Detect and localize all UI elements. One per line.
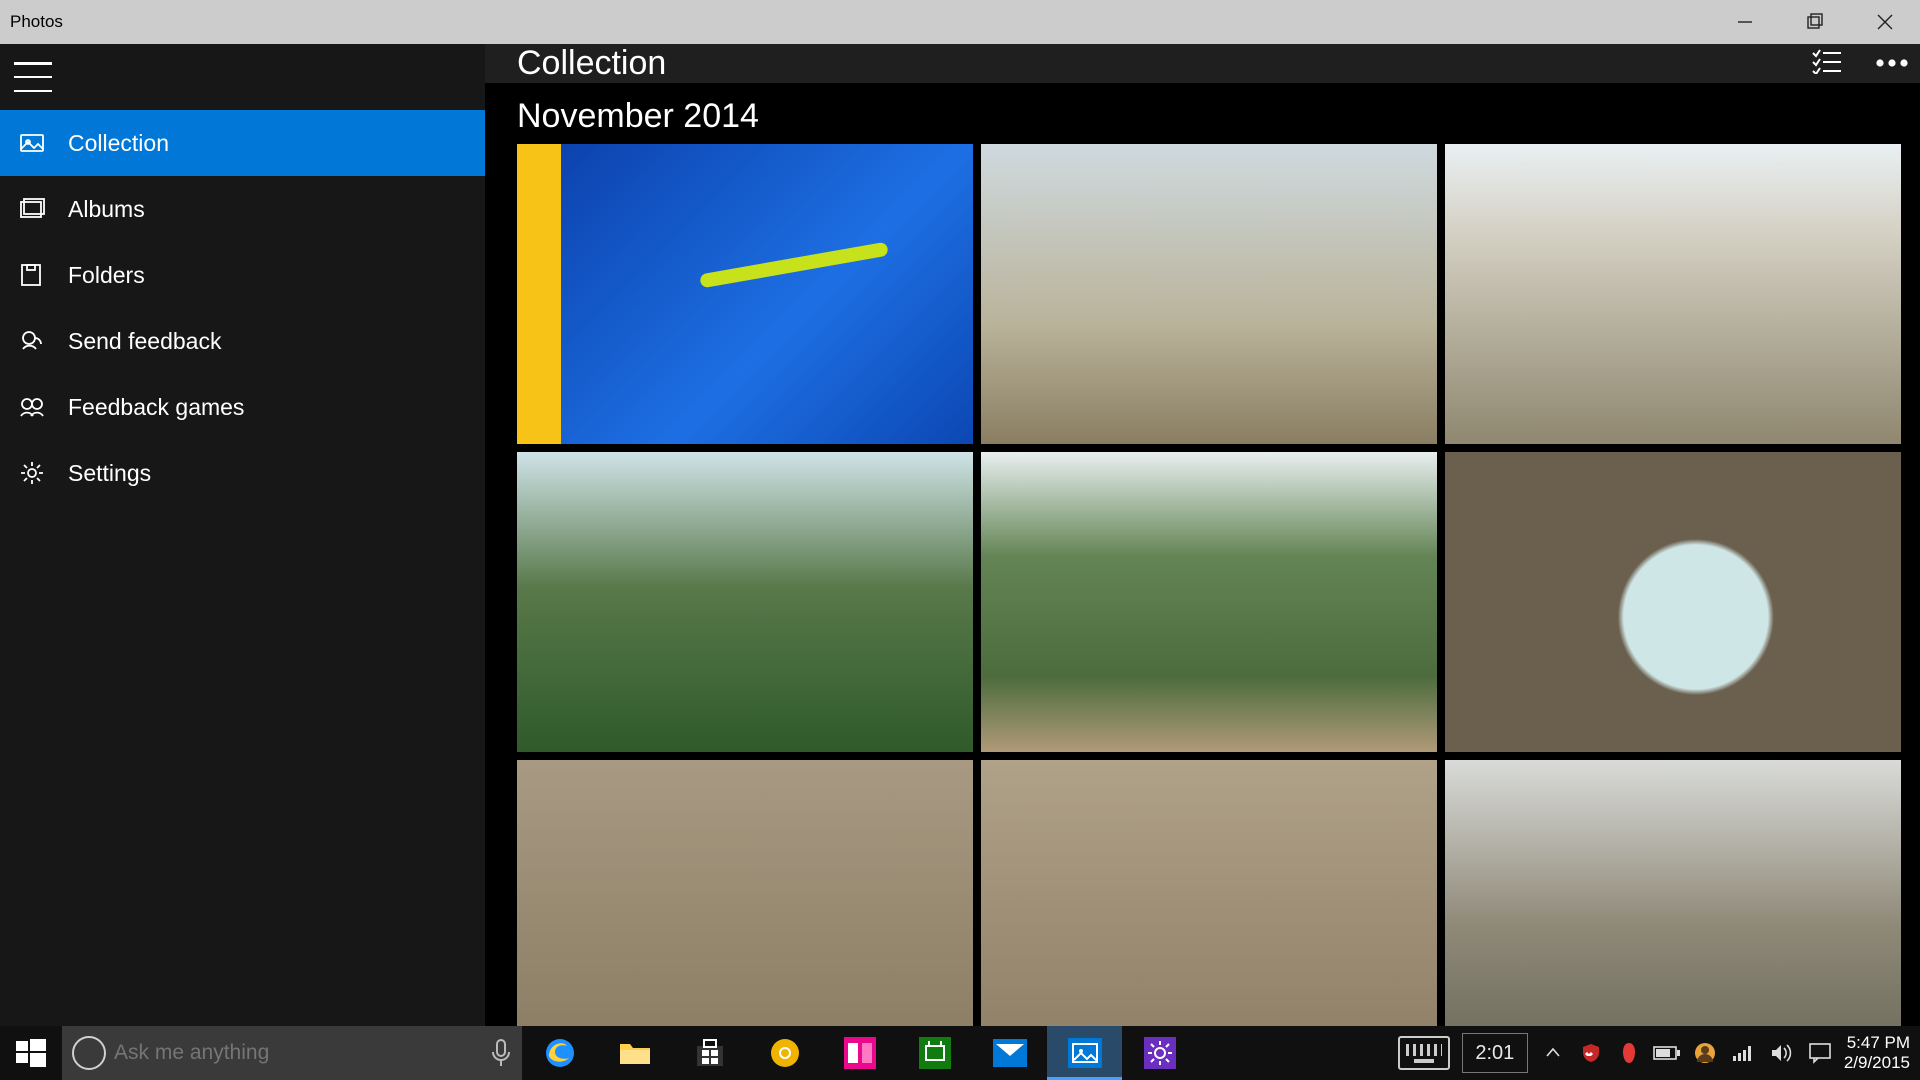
close-button[interactable] [1850,0,1920,44]
xbox-icon [918,1036,952,1070]
on-screen-keyboard-icon[interactable] [1398,1036,1450,1070]
photo-thumbnail[interactable] [517,760,973,1060]
taskbar-app-pink[interactable] [822,1026,897,1080]
sidebar-item-label: Feedback games [68,394,244,421]
chrome-canary-icon [768,1036,802,1070]
sidebar-item-label: Send feedback [68,328,221,355]
volume-icon[interactable] [1762,1026,1800,1080]
search-input[interactable] [114,1041,482,1065]
settings-app-icon [1143,1036,1177,1070]
photo-grid [485,144,1920,1060]
photo-thumbnail[interactable] [981,760,1437,1060]
start-button[interactable] [0,1026,62,1080]
photo-thumbnail[interactable] [517,452,973,752]
sidebar-item-label: Settings [68,460,151,487]
photo-thumbnail[interactable] [981,452,1437,752]
sidebar-item-send-feedback[interactable]: Send feedback [0,308,485,374]
select-mode-icon[interactable] [1811,48,1841,79]
sidebar-item-label: Folders [68,262,145,289]
sidebar-item-collection[interactable]: Collection [0,110,485,176]
maximize-button[interactable] [1780,0,1850,44]
mail-icon [993,1036,1027,1070]
photo-thumbnail[interactable] [1445,760,1901,1060]
main-pane: Collection November 2014 [485,44,1920,1026]
photo-thumbnail[interactable] [517,144,973,444]
tray-timer[interactable]: 2:01 [1462,1033,1528,1073]
app-body: Collection Albums Folders Send feedback … [0,44,1920,1026]
sidebar-item-settings[interactable]: Settings [0,440,485,506]
cortana-icon [72,1036,106,1070]
collection-icon [18,129,46,157]
window-titlebar: Photos [0,0,1920,44]
albums-icon [18,195,46,223]
minimize-button[interactable] [1710,0,1780,44]
taskbar: 2:01 5:47 PM 2/9/2015 [0,1026,1920,1080]
hamburger-button[interactable] [14,62,52,92]
page-title: Collection [517,44,666,83]
sidebar-item-feedback-games[interactable]: Feedback games [0,374,485,440]
window-controls [1710,0,1920,44]
cortana-search[interactable] [62,1026,522,1080]
action-center-icon[interactable] [1800,1026,1840,1080]
file-explorer-icon [618,1036,652,1070]
system-tray: 2:01 5:47 PM 2/9/2015 [1392,1026,1920,1080]
photos-icon [1068,1036,1102,1070]
edge-icon [543,1036,577,1070]
taskbar-app-settings[interactable] [1122,1026,1197,1080]
window-title: Photos [10,12,63,32]
taskbar-app-edge[interactable] [522,1026,597,1080]
folders-icon [18,261,46,289]
group-title[interactable]: November 2014 [485,83,1920,144]
taskbar-clock[interactable]: 5:47 PM 2/9/2015 [1840,1033,1920,1072]
store-icon [693,1036,727,1070]
taskbar-app-xbox[interactable] [897,1026,972,1080]
feedback-games-icon [18,393,46,421]
photo-thumbnail[interactable] [1445,452,1901,752]
sidebar-item-folders[interactable]: Folders [0,242,485,308]
hamburger-row [0,44,485,110]
photo-thumbnail[interactable] [981,144,1437,444]
sidebar-item-albums[interactable]: Albums [0,176,485,242]
clock-date: 2/9/2015 [1844,1053,1910,1073]
taskbar-app-photos[interactable] [1047,1026,1122,1080]
tray-overflow-icon[interactable] [1534,1026,1572,1080]
app-pink-icon [843,1036,877,1070]
sidebar: Collection Albums Folders Send feedback … [0,44,485,1026]
network-icon[interactable] [1724,1026,1762,1080]
taskbar-pins [522,1026,1197,1080]
photo-thumbnail[interactable] [1445,144,1901,444]
taskbar-app-chrome-canary[interactable] [747,1026,822,1080]
security-icon[interactable] [1572,1026,1610,1080]
more-icon[interactable] [1875,55,1909,73]
feedback-icon [18,327,46,355]
tray-app-icon[interactable] [1610,1026,1648,1080]
header-actions [1811,48,1909,79]
taskbar-app-file-explorer[interactable] [597,1026,672,1080]
sidebar-item-label: Albums [68,196,145,223]
battery-icon[interactable] [1648,1026,1686,1080]
clock-time: 5:47 PM [1844,1033,1910,1053]
taskbar-app-store[interactable] [672,1026,747,1080]
settings-icon [18,459,46,487]
microphone-icon[interactable] [490,1038,512,1068]
taskbar-app-mail[interactable] [972,1026,1047,1080]
sidebar-item-label: Collection [68,130,169,157]
content-header: Collection [485,44,1920,83]
tray-user-icon[interactable] [1686,1026,1724,1080]
